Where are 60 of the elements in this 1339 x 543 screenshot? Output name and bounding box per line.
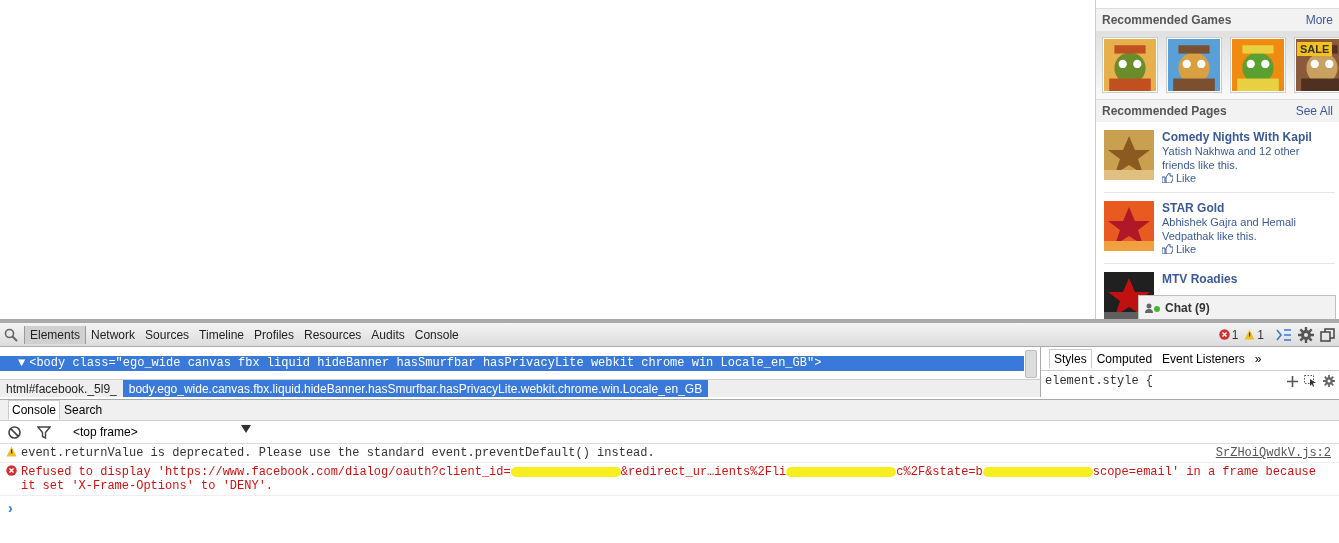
frame-select[interactable]: <top frame> — [67, 424, 257, 440]
page-name[interactable]: MTV Roadies — [1162, 272, 1238, 286]
dropdown-caret-icon — [241, 425, 251, 433]
panel-tab[interactable]: Elements — [24, 325, 87, 344]
error-count[interactable]: 1 — [1218, 327, 1239, 342]
scrollbar-thumb[interactable] — [1025, 350, 1037, 378]
page-description: Yatish Nakhwa and 12 other friends like this. — [1162, 144, 1301, 172]
element-state-icon[interactable] — [1304, 375, 1317, 387]
drawer-tab[interactable]: Search — [60, 400, 107, 420]
error-icon — [1218, 329, 1230, 340]
section-title: Recommended Pages — [1102, 104, 1227, 118]
warning-count[interactable]: 1 — [1244, 327, 1264, 342]
console-message: Refused to display 'https://www.facebook.com/dialog/oauth?client_id= &redirect_ur…ients%2Fli c%2F&state=b scope=email' in a frame because it set 'X-Frame-Options' to 'DENY'. — [21, 465, 1317, 493]
chat-status-icon — [1145, 302, 1161, 313]
chat-bar[interactable]: Chat (9) — [1138, 295, 1336, 319]
warning-icon — [1244, 329, 1256, 340]
settings-icon[interactable] — [1323, 375, 1335, 387]
sidebar-tab[interactable]: Computed — [1091, 348, 1158, 369]
plus-icon[interactable] — [1287, 375, 1298, 387]
undock-icon[interactable] — [1320, 327, 1335, 342]
filter-icon[interactable] — [37, 425, 51, 439]
game-thumbnail[interactable] — [1102, 37, 1158, 93]
thumbs-up-icon — [1162, 244, 1173, 254]
panel-tab[interactable]: Resources — [299, 325, 367, 344]
like-link[interactable]: Like — [1162, 172, 1335, 184]
page-name[interactable]: STAR Gold — [1162, 201, 1335, 215]
console-prompt[interactable]: › — [0, 496, 1339, 520]
panel-tab[interactable]: Timeline — [194, 325, 249, 344]
breadcrumb[interactable]: html#facebook._5l9_ — [0, 380, 123, 397]
style-rule: element.style { — [1045, 374, 1155, 388]
panel-tab[interactable]: Profiles — [249, 325, 299, 344]
panel-tab[interactable]: Audits — [366, 325, 410, 344]
settings-icon[interactable] — [1298, 326, 1314, 343]
sale-badge: SALE — [1297, 42, 1333, 56]
console-message: event.returnValue is deprecated. Please use the standard event.preventDefault() instead. — [21, 446, 656, 460]
sidebar-tab[interactable]: Event Listeners — [1157, 348, 1250, 369]
drawer-tab[interactable]: Console — [8, 400, 61, 420]
sidebar-tab[interactable]: Styles — [1049, 348, 1092, 369]
like-link[interactable]: Like — [1162, 243, 1335, 255]
source-link[interactable]: SrZHoiQwdkV.js:2 — [1215, 446, 1331, 460]
panel-tab[interactable]: Sources — [140, 325, 195, 344]
panel-tab[interactable]: Network — [86, 325, 141, 344]
see-all-link[interactable]: See All — [1295, 104, 1333, 118]
more-link[interactable]: More — [1305, 13, 1333, 27]
error-icon — [6, 465, 17, 476]
clear-icon[interactable] — [8, 425, 21, 439]
section-title: Recommended Games — [1102, 13, 1232, 27]
breadcrumb[interactable]: body.ego_wide.canvas.fbx.liquid.hideBanner.hasSmurfbar.hasPrivacyLite.webkit.chrome.win.Locale_en_GB — [122, 380, 709, 397]
page-description: Abhishek Gajra and Hemali Vedpathak like this. — [1162, 215, 1297, 243]
dom-node[interactable]: ▼ <body class="ego_wide canvas fbx liquid hideBanner hasSmurfbar hasPrivacyLite webkit chrome win Locale_en_GB"> — [0, 355, 1024, 371]
thumbs-up-icon — [1162, 173, 1173, 183]
page-name[interactable]: Comedy Nights With Kapil — [1162, 130, 1335, 144]
game-thumbnail[interactable] — [1166, 37, 1222, 93]
more-tabs-button[interactable]: » — [1249, 348, 1267, 369]
search-icon[interactable] — [4, 327, 18, 342]
drawer-icon[interactable] — [1276, 328, 1292, 341]
panel-tab[interactable]: Console — [409, 325, 464, 344]
warning-icon — [6, 446, 17, 457]
game-thumbnail[interactable]: SALE — [1294, 37, 1339, 93]
game-thumbnail[interactable] — [1230, 37, 1286, 93]
